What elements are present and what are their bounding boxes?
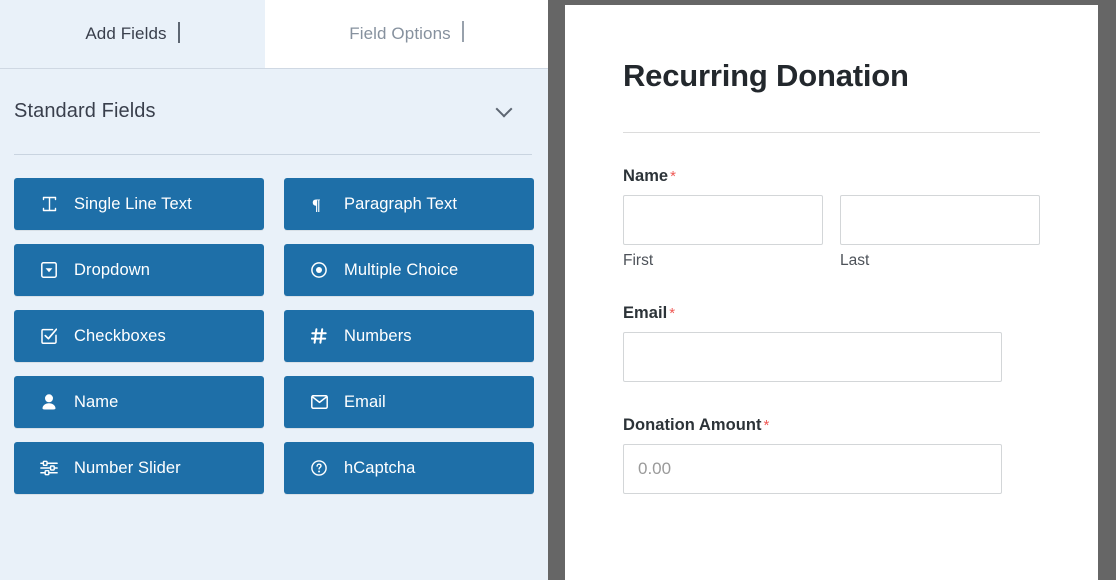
add-fields-panel: Standard Fields Single Line Text ¶ Parag… (0, 69, 548, 580)
label-text: Name (623, 167, 669, 186)
chevron-down-icon[interactable] (495, 100, 513, 117)
text-cursor-icon (38, 196, 60, 212)
name-subfields-row: First Last (623, 195, 1040, 270)
envelope-icon (308, 395, 330, 409)
name-first-sublabel: First (623, 252, 654, 270)
hash-icon (308, 328, 330, 344)
name-last-input[interactable] (840, 195, 1040, 246)
field-button-paragraph-text[interactable]: ¶ Paragraph Text (284, 178, 534, 230)
form-preview-area: Recurring Donation Name * First Last Ema… (565, 0, 1116, 580)
required-marker: * (669, 305, 676, 323)
field-button-dropdown[interactable]: Dropdown (14, 244, 264, 296)
field-button-number-slider[interactable]: Number Slider (14, 442, 264, 494)
form-content: Recurring Donation Name * First Last Ema… (565, 5, 1098, 495)
form-builder-app: Add Fields Field Options Standard Fields (0, 0, 1116, 580)
field-button-single-line-text[interactable]: Single Line Text (14, 178, 264, 230)
required-marker: * (670, 168, 677, 186)
field-button-label: Single Line Text (74, 194, 192, 213)
chevron-down-icon (177, 22, 180, 43)
label-text: Donation Amount (623, 416, 762, 435)
tab-add-fields[interactable]: Add Fields (0, 0, 265, 68)
field-button-label: Email (344, 392, 386, 411)
field-buttons-grid: Single Line Text ¶ Paragraph Text Dropdo… (14, 155, 534, 494)
required-marker: * (763, 417, 770, 435)
checkbox-checked-icon (38, 328, 60, 344)
pilcrow-icon: ¶ (308, 196, 330, 212)
form-field-name: Name * First Last (623, 167, 1040, 270)
field-button-label: Name (74, 392, 119, 411)
label-text: Email (623, 304, 668, 323)
field-button-hcaptcha[interactable]: hCaptcha (284, 442, 534, 494)
svg-text:¶: ¶ (312, 197, 321, 212)
radio-button-icon (308, 262, 330, 278)
form-field-donation-amount: Donation Amount * (623, 416, 1040, 495)
field-button-name[interactable]: Name (14, 376, 264, 428)
dropdown-caret-box-icon (38, 262, 60, 278)
panel-divider (548, 0, 565, 580)
field-button-label: Checkboxes (74, 326, 166, 345)
sliders-icon (38, 460, 60, 476)
standard-fields-section-header[interactable]: Standard Fields (14, 69, 534, 154)
field-button-label: Multiple Choice (344, 260, 459, 279)
field-button-multiple-choice[interactable]: Multiple Choice (284, 244, 534, 296)
form-field-email-label: Email * (623, 304, 1040, 323)
user-icon (38, 394, 60, 410)
field-button-label: Number Slider (74, 458, 181, 477)
name-first-input[interactable] (623, 195, 823, 246)
name-last-subfield: Last (840, 195, 1040, 270)
donation-amount-input[interactable] (623, 444, 1002, 495)
form-field-name-label: Name * (623, 167, 1040, 186)
form-preview-sheet: Recurring Donation Name * First Last Ema… (565, 5, 1098, 580)
field-button-label: hCaptcha (344, 458, 416, 477)
tab-add-fields-label: Add Fields (85, 24, 167, 43)
field-button-numbers[interactable]: Numbers (284, 310, 534, 362)
field-button-label: Numbers (344, 326, 412, 345)
tab-field-options-label: Field Options (349, 24, 451, 43)
email-input[interactable] (623, 332, 1002, 383)
builder-panel: Add Fields Field Options Standard Fields (0, 0, 548, 580)
form-title: Recurring Donation (623, 58, 909, 93)
field-button-email[interactable]: Email (284, 376, 534, 428)
field-button-checkboxes[interactable]: Checkboxes (14, 310, 264, 362)
field-button-label: Paragraph Text (344, 194, 458, 213)
field-button-label: Dropdown (74, 260, 151, 279)
title-divider (623, 132, 1040, 134)
form-field-donation-amount-label: Donation Amount * (623, 416, 1040, 435)
form-field-email: Email * (623, 304, 1040, 383)
tab-field-options[interactable]: Field Options (265, 0, 548, 68)
chevron-right-icon (461, 21, 464, 42)
name-last-sublabel: Last (840, 252, 870, 270)
builder-tabs: Add Fields Field Options (0, 0, 548, 69)
standard-fields-title: Standard Fields (14, 100, 156, 122)
question-circle-icon (308, 460, 330, 476)
name-first-subfield: First (623, 195, 823, 270)
